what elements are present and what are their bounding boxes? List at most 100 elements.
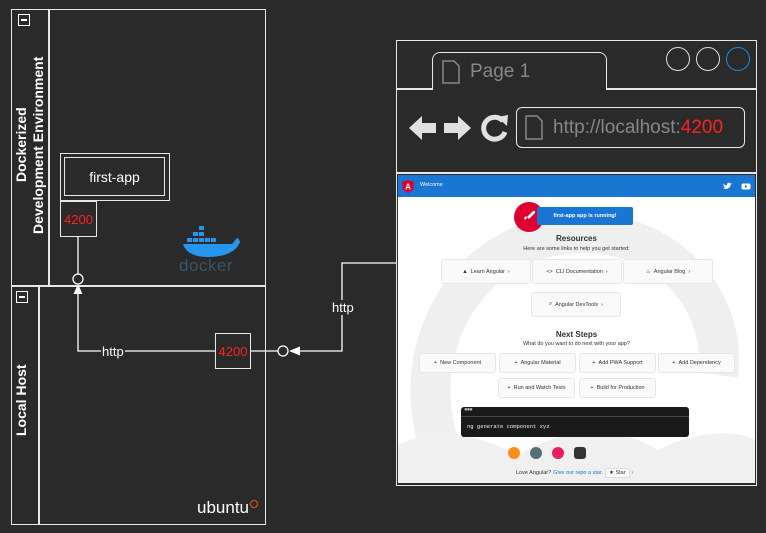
twitter-icon[interactable]: [722, 182, 732, 191]
star-icon: ★: [609, 470, 614, 476]
angular-devtools-label: Angular DevTools: [555, 301, 599, 308]
local-host-divider: [38, 286, 40, 525]
angular-material-button[interactable]: + Angular Material: [499, 353, 576, 373]
graduation-cap-icon: ▲: [462, 268, 468, 275]
build-production-label: Build for Production: [596, 385, 645, 391]
first-app-label: first-app: [89, 168, 140, 185]
back-arrow-icon[interactable]: [409, 115, 437, 141]
local-host: [11, 286, 266, 525]
window-button-3[interactable]: [726, 47, 750, 71]
tab-title: Page 1: [470, 61, 531, 82]
first-app-inner-border: first-app: [64, 157, 165, 196]
plus-icon: +: [672, 360, 676, 366]
plus-icon: +: [592, 360, 596, 366]
run-tests-label: Run and Watch Tests: [513, 385, 566, 391]
chevron-right-icon: ›: [631, 470, 634, 476]
run-tests-button[interactable]: + Run and Watch Tests: [498, 378, 575, 398]
angular-logo-icon: A: [402, 180, 414, 193]
terminal-divider: [461, 416, 689, 417]
docker-environment-label: Dockerized Development Environment: [13, 50, 47, 240]
new-component-button[interactable]: + New Component: [419, 353, 496, 373]
localhost-endpoint: [277, 345, 289, 357]
chevron-right-icon: ›: [601, 301, 604, 308]
outer-http-arrowhead: [289, 346, 300, 356]
search-icon: ⌕: [548, 301, 553, 307]
flame-icon: ♨: [645, 268, 651, 275]
next-steps-title: Next Steps: [555, 330, 598, 339]
running-banner-text: first-app app is running!: [553, 213, 617, 219]
discord-icon[interactable]: [574, 447, 586, 459]
animations-icon[interactable]: [508, 447, 520, 459]
resources-title: Resources: [556, 234, 597, 243]
docker-logo-text: docker: [179, 256, 234, 275]
angular-app-screenshot: A Welcome first-app app is running! Reso…: [398, 175, 755, 483]
outer-http-label: http: [331, 300, 355, 315]
next-steps-subtitle: What do you want to do next with your ap…: [522, 341, 630, 347]
page-icon: [442, 60, 460, 84]
url-text: http://localhost:4200: [553, 117, 723, 139]
running-banner: first-app app is running!: [537, 207, 633, 225]
footer-link[interactable]: Give our repo a star.: [553, 470, 603, 476]
footer: Love Angular? Give our repo a star. ★ St…: [516, 468, 633, 478]
address-bar[interactable]: http://localhost:4200: [516, 107, 745, 148]
forward-arrow-icon[interactable]: [444, 115, 472, 141]
plus-icon: +: [433, 360, 438, 366]
terminal: ●●● ng generate component xyz: [461, 407, 689, 437]
url-port: 4200: [680, 117, 724, 138]
reload-icon[interactable]: [481, 114, 509, 142]
build-production-button[interactable]: + Build for Production: [579, 378, 656, 398]
terminal-dots-icon: ●●●: [464, 407, 473, 413]
url-prefix: http://localhost:: [553, 117, 681, 138]
add-dependency-button[interactable]: + Add Dependency: [658, 353, 735, 373]
window-button-1[interactable]: [666, 47, 690, 71]
inner-http-label: http: [101, 344, 125, 359]
angular-devtools-link[interactable]: ⌕ Angular DevTools ›: [531, 292, 621, 317]
collapse-icon[interactable]: [18, 14, 30, 26]
add-pwa-label: Add PWA Support: [598, 360, 643, 366]
docker-label-line1: Dockerized: [13, 107, 29, 183]
first-app-box[interactable]: first-app: [60, 153, 170, 201]
add-pwa-button[interactable]: + Add PWA Support: [579, 353, 656, 373]
local-host-label: Local Host: [13, 364, 29, 436]
angular-header-bar: [398, 175, 755, 197]
ubuntu-logo-text: ubuntu: [197, 498, 249, 517]
star-button[interactable]: ★ Star: [605, 468, 630, 478]
angular-header-title: Welcome: [420, 182, 443, 188]
angular-blog-link[interactable]: ♨ Angular Blog ›: [623, 259, 713, 284]
ubuntu-logo: ubuntu: [197, 498, 258, 518]
star-label: Star: [615, 470, 626, 476]
first-app-port-box: 4200: [60, 201, 97, 237]
window-button-2[interactable]: [696, 47, 720, 71]
ubuntu-circle-icon: [250, 500, 258, 508]
browser-tab[interactable]: Page 1: [432, 52, 607, 90]
meetup-icon[interactable]: [552, 447, 564, 459]
cli-docs-link[interactable]: <> CLI Documentation ›: [532, 259, 622, 284]
collapse-icon-localhost[interactable]: [16, 291, 28, 303]
angular-blog-label: Angular Blog: [653, 268, 686, 275]
youtube-icon[interactable]: [741, 182, 751, 191]
address-page-icon: [525, 115, 543, 140]
learn-angular-link[interactable]: ▲ Learn Angular ›: [441, 259, 531, 284]
plus-icon: +: [514, 360, 518, 366]
terminal-command: ng generate component xyz: [467, 423, 550, 430]
first-app-port: 4200: [64, 211, 93, 227]
docker-label-line2: Development Environment: [30, 56, 46, 234]
cdk-icon[interactable]: [530, 447, 542, 459]
docker-environment-divider: [48, 9, 50, 286]
plus-icon: +: [590, 385, 594, 391]
chevron-right-icon: ›: [605, 268, 608, 275]
learn-angular-label: Learn Angular: [470, 268, 505, 275]
angular-material-label: Angular Material: [520, 360, 561, 366]
resources-subtitle: Here are some links to help you get star…: [523, 246, 630, 252]
add-dependency-label: Add Dependency: [678, 360, 721, 366]
plus-icon: +: [507, 385, 511, 391]
footer-text: Love Angular?: [516, 470, 552, 476]
chevron-right-icon: ›: [507, 268, 510, 275]
localhost-port-box: 4200: [215, 333, 251, 369]
cli-docs-label: CLI Documentation: [555, 268, 603, 275]
code-icon: <>: [546, 268, 553, 275]
new-component-label: New Component: [440, 360, 482, 366]
chevron-right-icon: ›: [688, 268, 691, 275]
svg-text:A: A: [405, 183, 411, 192]
docker-logo-icon: [183, 226, 240, 257]
